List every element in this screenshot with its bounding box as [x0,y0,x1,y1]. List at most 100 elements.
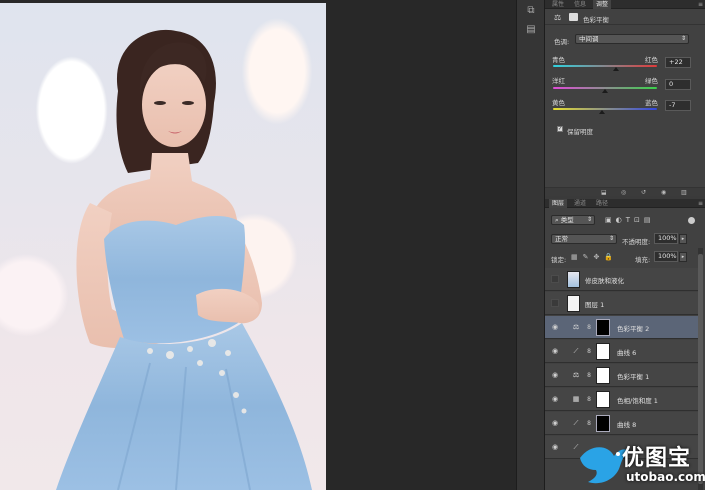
fill-label: 填充: [635,256,651,264]
trash-icon[interactable]: ▥ [681,189,687,196]
yellow-blue-value[interactable]: -7 [665,100,691,111]
layer-row-selected[interactable]: ◉ ⚖ 8 色彩平衡 2 [545,316,698,339]
tone-label: 色调: [554,38,570,46]
eye-icon[interactable]: ◉ [551,419,559,427]
layer-mask-thumbnail[interactable] [596,367,610,384]
visibility-icon[interactable]: ◉ [661,189,666,196]
eye-icon[interactable]: ◉ [551,347,559,355]
clip-to-layer-icon[interactable]: ⬓ [601,189,607,196]
eye-icon[interactable]: ◉ [551,371,559,379]
layer-name: 曲线 6 [617,349,637,357]
yellow-blue-knob[interactable] [598,110,605,114]
color-balance-icon: ⚖ [572,371,580,379]
visibility-toggle[interactable] [551,299,559,307]
layer-name: 色相/饱和度 1 [617,397,658,405]
link-icon[interactable]: 8 [586,348,592,356]
layer-row[interactable]: ◉ ▦ 8 色相/饱和度 1 [545,388,698,411]
properties-panel: 属性 信息 调整 ≡ ⚖ 色彩平衡 色调: 中间调 ⇕ 青色 红色 +22 洋红… [545,0,705,196]
tab-properties[interactable]: 属性 [549,0,567,9]
fill-value[interactable]: 100% [654,251,678,262]
layer-name: 色彩平衡 2 [617,325,650,333]
yellow-label: 黄色 [552,99,565,107]
tab-adjustments[interactable]: 调整 [593,0,612,9]
cyan-red-slider[interactable] [553,65,657,67]
layer-mask-thumbnail[interactable] [596,319,610,336]
magenta-label: 洋红 [552,77,565,85]
right-panels: 属性 信息 调整 ≡ ⚖ 色彩平衡 色调: 中间调 ⇕ 青色 红色 +22 洋红… [544,0,705,490]
tab-paths[interactable]: 路径 [593,199,611,208]
layer-row[interactable]: 修皮肤和液化 [545,268,698,291]
layer-row[interactable]: 图层 1 [545,292,698,315]
layer-name: 色彩平衡 1 [617,373,650,381]
tab-layers[interactable]: 图层 [549,199,568,208]
layer-mask-thumbnail[interactable] [596,343,610,360]
filter-icons[interactable]: ▣◐T⊡▤ [605,216,654,224]
mask-icon[interactable] [569,13,578,21]
cyan-red-value[interactable]: +22 [665,57,691,68]
magenta-green-knob[interactable] [602,89,608,93]
curves-icon: ⟋ [573,347,579,355]
layer-mask-thumbnail[interactable] [596,391,610,408]
search-icon: ⌕ [555,216,559,224]
blend-mode-select[interactable]: 正常 ⇕ [551,234,617,244]
properties-tabbar: 属性 信息 调整 ≡ [545,0,705,9]
watermark-brand: 优图宝 [622,446,692,471]
document-image[interactable] [0,3,326,490]
link-icon[interactable]: 8 [586,372,592,380]
cyan-red-knob[interactable] [613,67,620,71]
layer-row[interactable]: ◉ ⟋ 8 曲线 8 [545,412,698,435]
eye-icon[interactable]: ◉ [551,443,559,451]
opacity-label: 不透明度: [622,238,651,246]
layers-menu-icon[interactable]: ≡ [698,199,703,208]
adjustment-title: 色彩平衡 [583,16,609,24]
watermark: 优图宝 utobao.com [574,438,705,490]
opacity-value[interactable]: 100% [654,233,678,244]
blend-mode-value: 正常 [555,235,568,243]
layer-row[interactable]: ◉ ⚖ 8 色彩平衡 1 [545,364,698,387]
filter-value: 类型 [560,216,574,224]
lock-label: 锁定: [551,256,567,264]
view-previous-icon[interactable]: ◎ [621,189,626,196]
lock-icons[interactable]: ▦✎✥🔒 [571,253,618,261]
color-balance-icon: ⚖ [554,13,562,22]
panel-menu-icon[interactable]: ≡ [698,0,703,9]
opacity-dropdown-icon[interactable]: ▸ [679,234,687,244]
layers-tabbar: 图层 通道 路径 ≡ [545,199,705,208]
photoshop-window: ⧉ ▤ 属性 信息 调整 ≡ ⚖ 色彩平衡 色调: 中间调 ⇕ 青色 红色 +2… [0,0,705,490]
tone-select[interactable]: 中间调 ⇕ [575,34,689,44]
magenta-green-value[interactable]: 0 [665,79,691,90]
layers-dock-icon[interactable]: ⧉ [523,3,539,19]
layer-filter-select[interactable]: ⌕ 类型 ⇕ [551,215,595,225]
visibility-toggle[interactable] [551,275,559,283]
eye-icon[interactable]: ◉ [551,395,559,403]
red-label: 红色 [645,56,658,64]
hue-saturation-icon: ▦ [572,395,580,403]
layer-thumbnail [567,271,580,288]
green-label: 绿色 [645,77,658,85]
filter-toggle-icon[interactable] [688,217,695,224]
eye-icon[interactable]: ◉ [551,323,559,331]
tone-value: 中间调 [579,35,599,43]
watermark-url: utobao.com [626,470,705,484]
chevron-down-icon: ⇕ [680,35,686,42]
adjustments-dock-icon[interactable]: ▤ [523,22,539,38]
canvas-area[interactable] [0,0,516,490]
reset-icon[interactable]: ↺ [641,189,646,196]
tab-channels[interactable]: 通道 [571,199,589,208]
layer-mask-thumbnail[interactable] [596,415,610,432]
portrait-photo [56,29,312,490]
preserve-luminosity-checkbox[interactable]: ✓ [557,126,563,132]
curves-icon: ⟋ [573,419,579,427]
link-icon[interactable]: 8 [586,420,592,428]
tab-info[interactable]: 信息 [571,0,589,9]
yellow-blue-slider[interactable] [553,108,657,110]
link-icon[interactable]: 8 [586,324,592,332]
blue-label: 蓝色 [645,99,658,107]
layer-name: 曲线 8 [617,421,637,429]
cyan-label: 青色 [552,56,565,64]
chevron-down-icon: ⇕ [608,235,614,242]
panel-dock: ⧉ ▤ [516,0,544,490]
link-icon[interactable]: 8 [586,396,592,404]
layer-row[interactable]: ◉ ⟋ 8 曲线 6 [545,340,698,363]
fill-dropdown-icon[interactable]: ▸ [679,252,687,262]
